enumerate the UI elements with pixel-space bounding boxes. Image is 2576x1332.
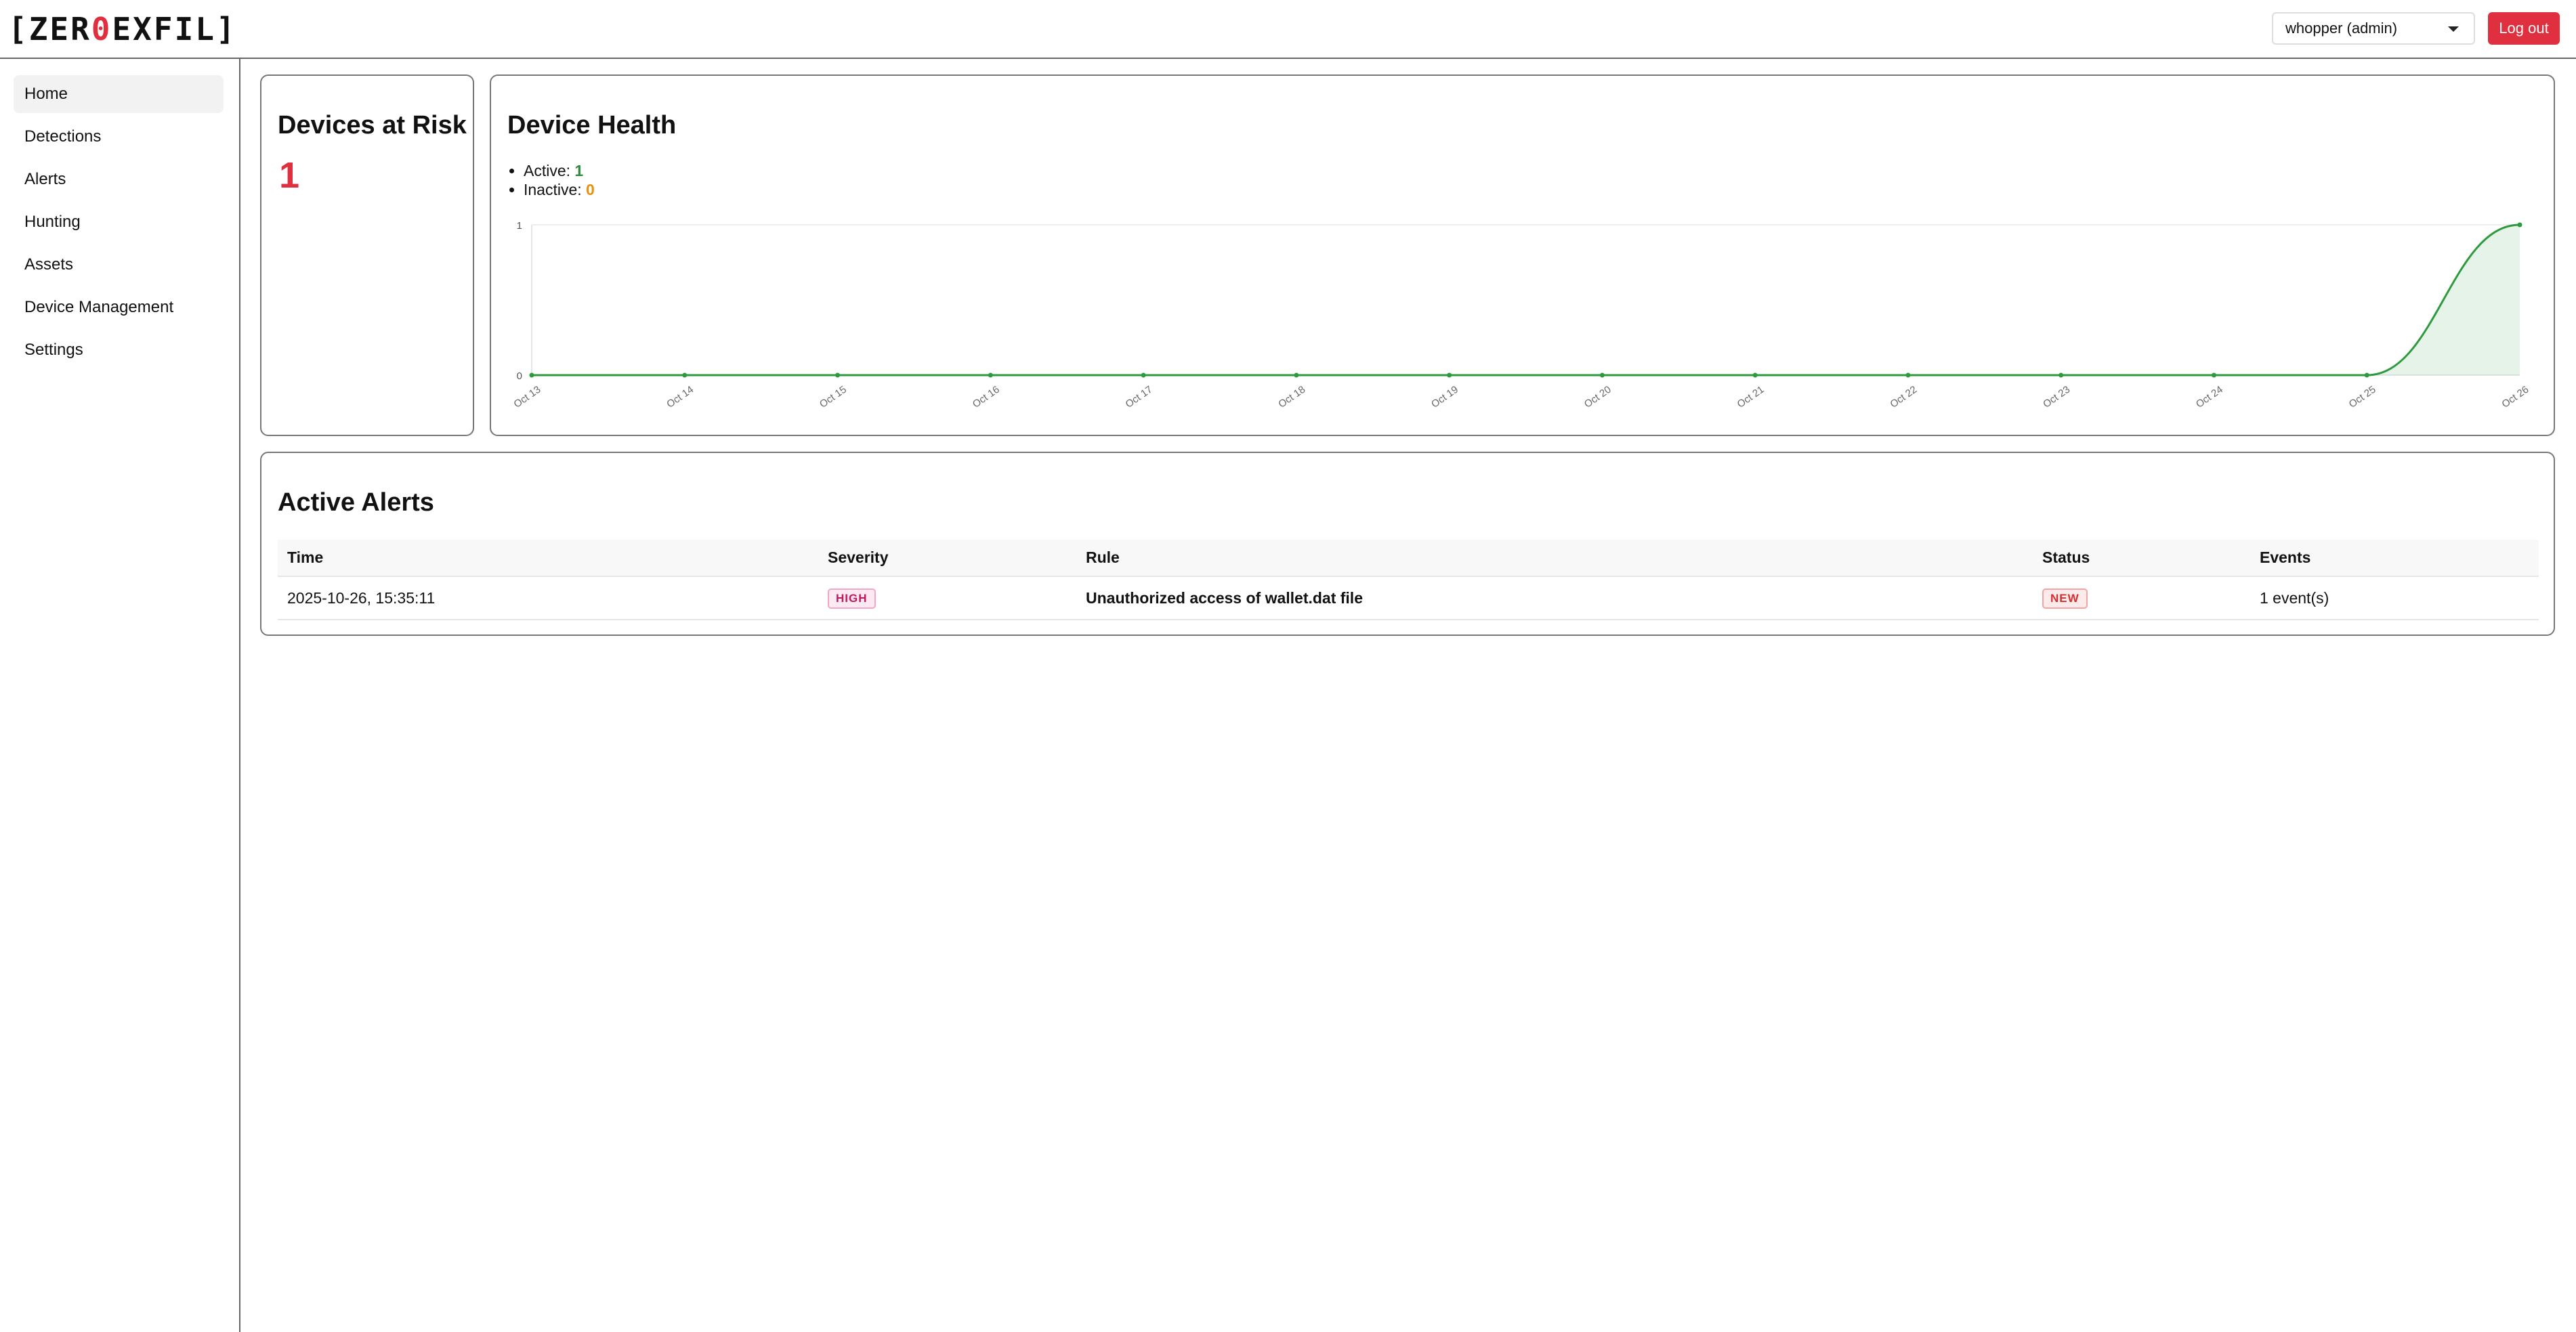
alert-severity-cell: HIGH <box>818 576 1076 620</box>
active-alerts-card: Active Alerts Time Severity Rule Status … <box>260 452 2555 636</box>
chart-data-point <box>2058 372 2064 378</box>
alerts-table: Time Severity Rule Status Events 2025-10… <box>278 540 2539 620</box>
sidebar-item-device-management[interactable]: Device Management <box>14 288 224 326</box>
logo-suffix: EXFIL] <box>112 11 237 47</box>
chart-x-tick-label: Oct 20 <box>1582 384 1613 410</box>
chart-data-point <box>835 372 841 378</box>
chart-x-tick-label: Oct 15 <box>818 384 849 410</box>
chevron-down-icon <box>2448 26 2459 32</box>
chart-data-point <box>1447 372 1452 378</box>
user-select-dropdown[interactable]: whopper (admin) <box>2272 12 2475 45</box>
chart-x-tick-label: Oct 19 <box>1429 384 1460 410</box>
devices-at-risk-card: Devices at Risk 1 <box>260 74 474 436</box>
sidebar: Home Detections Alerts Hunting Assets De… <box>0 59 240 1332</box>
chart-x-tick-label: Oct 22 <box>1888 384 1919 410</box>
logo-zero: 0 <box>91 11 112 47</box>
logo-prefix: [ZER <box>8 11 91 47</box>
chart-data-point <box>1752 372 1758 378</box>
column-header-severity[interactable]: Severity <box>818 540 1076 577</box>
alert-rule[interactable]: Unauthorized access of wallet.dat file <box>1076 576 2033 620</box>
alert-time: 2025-10-26, 15:35:11 <box>278 576 818 620</box>
chart-x-tick-label: Oct 24 <box>2194 384 2225 410</box>
column-header-events[interactable]: Events <box>2250 540 2539 577</box>
chart-x-tick-label: Oct 16 <box>971 384 1002 410</box>
app-logo[interactable]: [ZER0EXFIL] <box>8 9 237 49</box>
chart-data-point <box>529 372 534 378</box>
alerts-table-header: Time Severity Rule Status Events <box>278 540 2539 577</box>
chart-y-tick-label: 0 <box>517 370 522 382</box>
chart-y-tick-label: 1 <box>517 220 522 232</box>
severity-badge: HIGH <box>828 588 876 609</box>
column-header-status[interactable]: Status <box>2033 540 2250 577</box>
user-select-value: whopper (admin) <box>2285 20 2398 37</box>
top-bar: [ZER0EXFIL] whopper (admin) Log out <box>0 0 2576 59</box>
chart-data-point <box>2517 222 2522 228</box>
chart-data-point <box>2211 372 2216 378</box>
chart-data-point <box>1294 372 1299 378</box>
status-badge: NEW <box>2042 588 2088 609</box>
logout-button[interactable]: Log out <box>2488 12 2560 45</box>
chart-x-tick-label: Oct 18 <box>1276 384 1307 410</box>
chart-x-tick-label: Oct 21 <box>1735 384 1767 410</box>
device-health-chart: 0 1 Oct 13 Oct 14 Oct 15 Oct 16 Oct 17 Oct 18 Oc… <box>511 220 2531 410</box>
sidebar-item-alerts[interactable]: Alerts <box>14 160 224 198</box>
devices-at-risk-title: Devices at Risk <box>278 111 467 139</box>
sidebar-item-home[interactable]: Home <box>14 75 224 113</box>
sidebar-item-hunting[interactable]: Hunting <box>14 203 224 241</box>
chart-x-tick-label: Oct 14 <box>664 384 696 410</box>
chart-data-point <box>1599 372 1605 378</box>
chart-x-tick-label: Oct 17 <box>1124 384 1155 410</box>
sidebar-item-detections[interactable]: Detections <box>14 118 224 156</box>
alert-status-cell: NEW <box>2033 576 2250 620</box>
chart-x-tick-label: Oct 13 <box>511 384 543 410</box>
chart-series-line <box>532 223 2520 377</box>
sidebar-item-settings[interactable]: Settings <box>14 331 224 369</box>
table-row[interactable]: 2025-10-26, 15:35:11 HIGH Unauthorized a… <box>278 576 2539 620</box>
chart-data-point <box>682 372 688 378</box>
chart-area-fill <box>532 225 2520 375</box>
devices-at-risk-count: 1 <box>279 155 300 196</box>
column-header-time[interactable]: Time <box>278 540 818 577</box>
chart-data-point <box>2364 372 2369 378</box>
sidebar-item-assets[interactable]: Assets <box>14 246 224 284</box>
active-alerts-title: Active Alerts <box>278 488 434 517</box>
chart-x-tick-label: Oct 26 <box>2499 384 2531 410</box>
column-header-rule[interactable]: Rule <box>1076 540 2033 577</box>
chart-x-tick-label: Oct 23 <box>2041 384 2072 410</box>
chart-data-point <box>988 372 993 378</box>
alert-events: 1 event(s) <box>2250 576 2539 620</box>
chart-data-point <box>1905 372 1911 378</box>
chart-x-tick-label: Oct 25 <box>2347 384 2378 410</box>
device-health-card: Device Health Active: 1 Inactive: 0 01Oc… <box>490 74 2555 436</box>
chart-data-point <box>1141 372 1146 378</box>
